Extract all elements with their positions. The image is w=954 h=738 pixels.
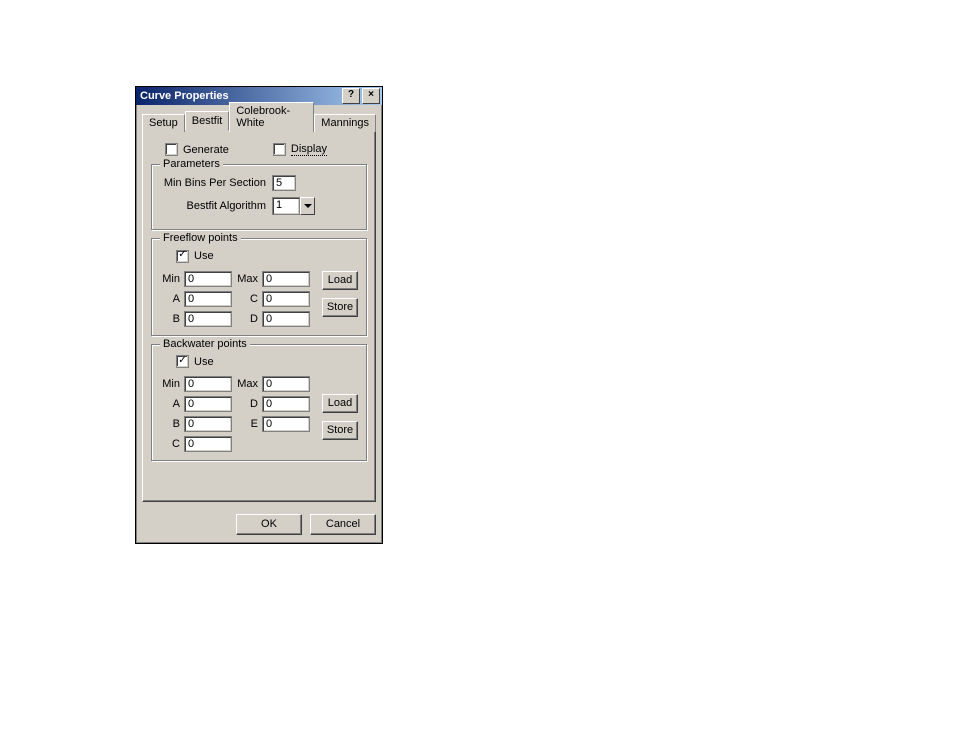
backwater-use-label: Use (194, 356, 214, 368)
bw-max-label: Max (236, 378, 258, 390)
ff-min-label: Min (160, 273, 180, 285)
generate-checkbox[interactable]: Generate (165, 143, 229, 156)
freeflow-use-checkbox[interactable]: Use (176, 250, 214, 263)
min-bins-input[interactable]: 5 (272, 175, 296, 191)
ok-button[interactable]: OK (236, 514, 302, 535)
bw-b-input[interactable]: 0 (184, 416, 232, 432)
freeflow-use-label: Use (194, 250, 214, 262)
bw-d-label: D (236, 398, 258, 410)
ff-c-input[interactable]: 0 (262, 291, 310, 307)
bw-a-label: A (160, 398, 180, 410)
ff-a-label: A (160, 293, 180, 305)
freeflow-store-button[interactable]: Store (322, 298, 358, 317)
ff-c-label: C (236, 293, 258, 305)
freeflow-load-button[interactable]: Load (322, 271, 358, 290)
backwater-load-button[interactable]: Load (322, 394, 358, 413)
backwater-store-button[interactable]: Store (322, 421, 358, 440)
bw-e-input[interactable]: 0 (262, 416, 310, 432)
min-bins-label: Min Bins Per Section (160, 177, 272, 189)
chevron-down-icon[interactable] (300, 197, 315, 215)
freeflow-fields: Min 0 Max 0 A 0 C 0 B 0 D 0 (160, 271, 310, 327)
checkbox-checked-icon (176, 355, 189, 368)
tab-setup[interactable]: Setup (142, 114, 185, 132)
bw-min-label: Min (160, 378, 180, 390)
generate-label: Generate (183, 144, 229, 156)
ff-a-input[interactable]: 0 (184, 291, 232, 307)
freeflow-group: Freeflow points Use Min 0 Max 0 A 0 (151, 238, 367, 336)
bestfit-algo-label: Bestfit Algorithm (160, 200, 272, 212)
dialog-client: Setup Bestfit Colebrook-White Mannings G… (136, 105, 382, 508)
bw-max-input[interactable]: 0 (262, 376, 310, 392)
cancel-button[interactable]: Cancel (310, 514, 376, 535)
ff-d-input[interactable]: 0 (262, 311, 310, 327)
backwater-fields: Min 0 Max 0 A 0 D 0 B 0 E 0 C 0 (160, 376, 310, 452)
bestfit-algo-value[interactable]: 1 (272, 197, 300, 215)
bw-e-label: E (236, 418, 258, 430)
ff-b-input[interactable]: 0 (184, 311, 232, 327)
help-button[interactable]: ? (342, 88, 360, 104)
bw-c-input[interactable]: 0 (184, 436, 232, 452)
bw-c-label: C (160, 438, 180, 450)
ff-d-label: D (236, 313, 258, 325)
dialog-footer: OK Cancel (136, 508, 382, 543)
parameters-group: Parameters Min Bins Per Section 5 Bestfi… (151, 164, 367, 230)
dialog-title: Curve Properties (140, 90, 340, 102)
bestfit-algo-combo[interactable]: 1 (272, 197, 315, 215)
backwater-group: Backwater points Use Min 0 Max 0 A 0 (151, 344, 367, 462)
ff-b-label: B (160, 313, 180, 325)
tabstrip: Setup Bestfit Colebrook-White Mannings (142, 111, 376, 131)
bw-d-input[interactable]: 0 (262, 396, 310, 412)
ff-min-input[interactable]: 0 (184, 271, 232, 287)
close-button[interactable]: × (362, 88, 380, 104)
checkbox-icon (273, 143, 286, 156)
backwater-use-checkbox[interactable]: Use (176, 355, 214, 368)
tab-mannings[interactable]: Mannings (314, 114, 376, 132)
checkbox-checked-icon (176, 250, 189, 263)
parameters-legend: Parameters (160, 158, 223, 170)
freeflow-legend: Freeflow points (160, 232, 241, 244)
bw-b-label: B (160, 418, 180, 430)
tab-colebrook-white[interactable]: Colebrook-White (229, 102, 314, 132)
curve-properties-dialog: Curve Properties ? × Setup Bestfit Coleb… (135, 86, 383, 544)
checkbox-icon (165, 143, 178, 156)
display-label: Display (291, 143, 327, 156)
tab-bestfit[interactable]: Bestfit (185, 111, 230, 131)
ff-max-input[interactable]: 0 (262, 271, 310, 287)
bw-min-input[interactable]: 0 (184, 376, 232, 392)
ff-max-label: Max (236, 273, 258, 285)
backwater-legend: Backwater points (160, 338, 250, 350)
tabpanel-bestfit: Generate Display Parameters Min Bins Per… (142, 130, 376, 502)
bw-a-input[interactable]: 0 (184, 396, 232, 412)
display-checkbox[interactable]: Display (273, 143, 327, 156)
